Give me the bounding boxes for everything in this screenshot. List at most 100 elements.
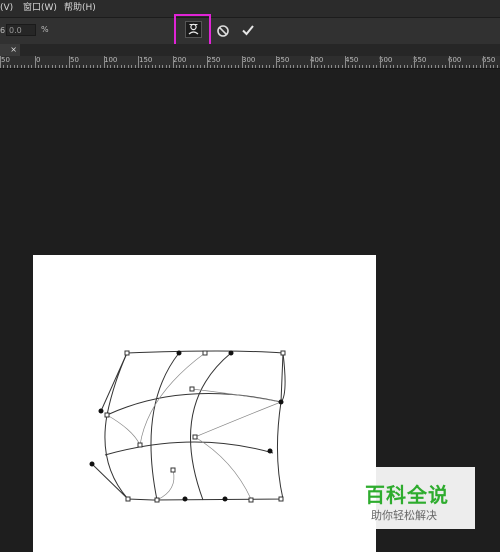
ruler-tick [189,65,191,68]
ruler-tick [403,65,405,68]
ruler-label: 650 [482,56,496,64]
warp-handle-point[interactable] [222,496,228,502]
cancel-button[interactable] [216,23,230,37]
ruler-tick [496,65,498,68]
ruler-tick [89,65,91,68]
ruler-tick [117,65,119,68]
ruler-tick [103,56,105,68]
warp-anchor-point[interactable] [192,434,198,440]
ruler-tick [358,65,360,68]
ruler-tick [465,65,467,68]
document-tab-bar: × [0,44,500,56]
ruler-tick [455,65,457,68]
ruler-tick [493,65,495,68]
ruler-tick [244,65,246,68]
ruler-label: 450 [345,56,359,64]
warp-handle-point[interactable] [89,461,95,467]
ruler-tick [282,65,284,68]
ruler-tick [310,56,312,68]
warp-anchor-point[interactable] [278,496,284,502]
ruler-tick [483,56,484,68]
ruler-tick [100,65,102,68]
menu-help[interactable]: 帮助(H) [64,0,96,17]
ruler-tick [213,65,215,68]
commit-button[interactable] [240,22,256,38]
menu-view[interactable]: (V) [0,0,13,17]
ruler-tick [341,65,343,68]
warp-anchor-point[interactable] [137,442,143,448]
ruler-tick [427,65,429,68]
warp-anchor-point[interactable] [125,496,131,502]
watermark-subtitle: 助你轻松解决 [371,509,437,522]
ruler-tick [193,65,195,68]
ruler-tick [324,65,326,68]
ruler-tick [303,65,305,68]
ruler-label: 400 [310,56,324,64]
warp-handle-point[interactable] [278,399,284,405]
ruler-tick [17,65,19,68]
warp-mode-button[interactable] [185,21,202,38]
ruler-tick [234,65,236,68]
ruler-tick [241,56,243,68]
value-input[interactable]: 0.0 [6,24,36,36]
ruler-tick [175,65,177,68]
warp-anchor-point[interactable] [202,350,208,356]
ruler-tick [207,56,208,68]
warp-handle-point[interactable] [228,350,234,356]
warp-handle-point[interactable] [182,496,188,502]
ruler-tick [438,65,440,68]
watermark-logo: 百科全说 助你轻松解决 [349,467,475,529]
document-tab[interactable]: × [0,44,20,56]
ruler-tick [320,65,322,68]
warp-anchor-point[interactable] [189,386,195,392]
ruler-tick [469,65,471,68]
ruler-tick [382,65,384,68]
ruler-tick [313,65,315,68]
ruler-tick [458,65,460,68]
warp-handle-point[interactable] [98,408,104,414]
ruler-tick [276,56,277,68]
ruler-tick [34,56,36,68]
ruler-tick [58,65,60,68]
warp-anchor-point[interactable] [280,350,286,356]
ruler-tick [6,65,8,68]
ruler-tick [286,65,288,68]
warp-grid-line [106,393,282,416]
field-label: 6 [0,26,6,35]
ruler-tick [20,65,22,68]
ruler-tick [379,56,381,68]
cancel-icon [217,25,229,37]
ruler-tick [151,65,153,68]
checkmark-icon [242,25,254,36]
ruler-tick [238,65,240,68]
ruler-tick [158,65,160,68]
tab-close-icon[interactable]: × [10,45,17,54]
warp-anchor-point[interactable] [170,467,176,473]
warp-handle-point[interactable] [176,350,182,356]
ruler-tick [127,65,129,68]
ruler-tick [451,65,453,68]
warp-handle-line [280,352,284,403]
ruler-tick [13,65,15,68]
ruler-tick [296,65,298,68]
menu-window[interactable]: 窗口(W) [23,0,57,17]
ruler-tick [220,65,222,68]
unit-label: % [41,25,49,34]
warp-handle-point[interactable] [267,448,273,454]
ruler-tick [231,65,233,68]
ruler-tick [48,65,50,68]
ruler-tick [0,56,1,68]
warp-handle-line [100,352,128,412]
warp-anchor-point[interactable] [154,497,160,503]
warp-anchor-point[interactable] [124,350,130,356]
ruler-tick [255,65,257,68]
warp-anchor-point[interactable] [104,412,110,418]
warp-anchor-point[interactable] [248,497,254,503]
ruler-label: 250 [207,56,221,64]
warp-mesh[interactable] [33,255,376,552]
ruler-tick [3,65,5,68]
ruler-tick [106,65,108,68]
ruler-tick [289,65,291,68]
ruler-tick [338,65,340,68]
ruler-tick [79,65,81,68]
